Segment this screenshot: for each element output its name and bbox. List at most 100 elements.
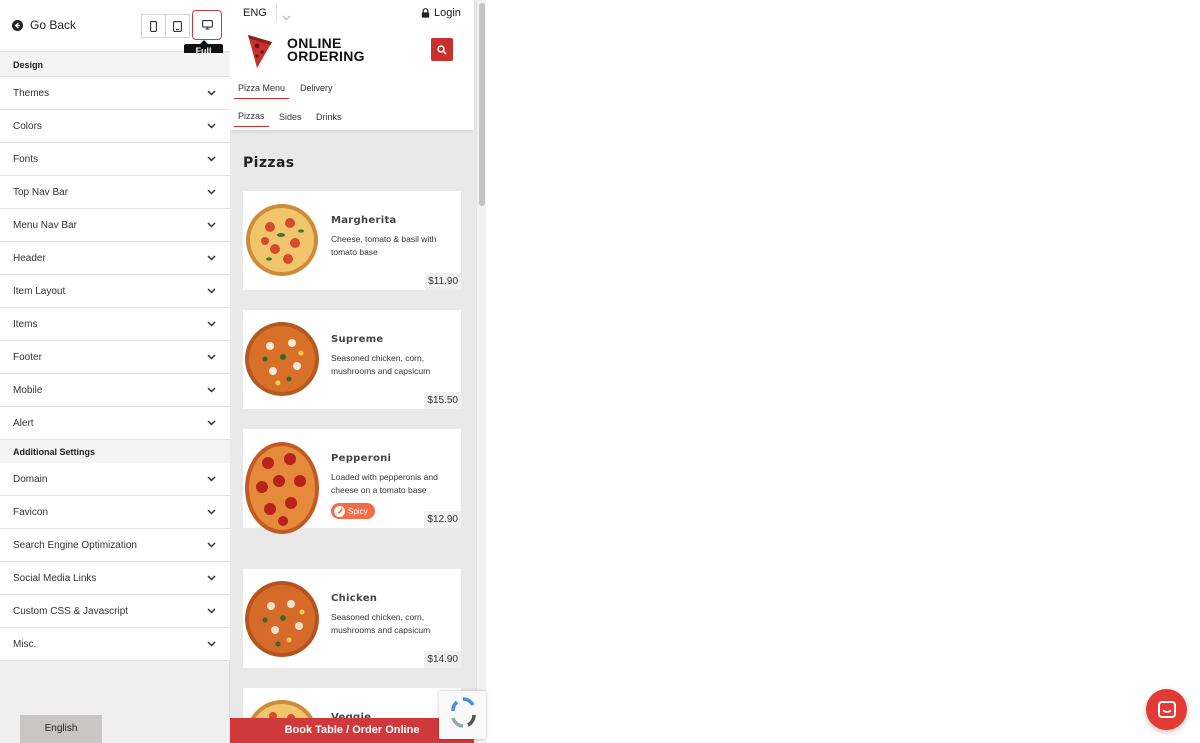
item-description: Seasoned chicken, corn, mushrooms and ca… (331, 612, 431, 635)
accordion-fonts[interactable]: Fonts (0, 143, 230, 176)
accordion-label: Fonts (13, 154, 39, 165)
accordion-items[interactable]: Items (0, 308, 230, 341)
preview-header: ENG Login ONLINE ORDERING Pizza Menu Del… (230, 0, 474, 130)
item-description: Seasoned chicken, corn, mushrooms and ca… (331, 353, 431, 376)
chevron-down-icon (207, 88, 216, 99)
scrollbar-thumb[interactable] (479, 3, 485, 206)
chicken-pizza-image (245, 581, 319, 657)
accordion-label: Themes (13, 88, 50, 99)
chevron-down-icon (207, 187, 216, 198)
chevron-down-icon (207, 253, 216, 264)
brand-line-2: ORDERING (287, 48, 365, 64)
accordion-label: Social Media Links (13, 573, 97, 584)
spicy-badge: Spicy (331, 503, 375, 519)
pizza-logo-icon[interactable] (246, 33, 274, 69)
book-table-order-online-button[interactable]: Book Table / Order Online (230, 718, 474, 743)
accordion-footer[interactable]: Footer (0, 341, 230, 374)
accordion-label: Header (13, 253, 46, 264)
accordion-label: Alert (13, 418, 34, 429)
tab-sides[interactable]: Sides (279, 112, 302, 122)
accordion-label: Search Engine Optimization (13, 540, 137, 551)
tablet-icon (173, 20, 182, 32)
language-button[interactable]: English (20, 715, 102, 743)
accordion-label: Items (13, 319, 38, 330)
menu-item-card[interactable]: Margherita Cheese, tomato & basil with t… (243, 191, 461, 290)
badge-label: Spicy (348, 506, 368, 516)
menu-item-card[interactable]: Chicken Seasoned chicken, corn, mushroom… (243, 569, 461, 668)
chat-widget-button[interactable] (1146, 689, 1187, 730)
accordion-label: Misc. (13, 639, 37, 650)
search-icon (437, 44, 447, 55)
monitor-icon (201, 20, 213, 30)
chevron-down-icon (207, 507, 216, 518)
phone-icon (150, 20, 157, 32)
mobile-view-button[interactable] (141, 14, 166, 38)
accordion-colors[interactable]: Colors (0, 110, 230, 143)
accordion-label: Favicon (13, 507, 49, 518)
accordion-social-media-links[interactable]: Social Media Links (0, 562, 230, 595)
item-name: Pepperoni (331, 453, 392, 464)
item-price: $12.90 (424, 511, 461, 528)
accordion-domain[interactable]: Domain (0, 463, 230, 496)
login-link[interactable]: Login (421, 7, 461, 19)
chevron-down-icon[interactable] (282, 8, 291, 26)
recaptcha-badge[interactable] (439, 691, 486, 739)
accordion-mobile[interactable]: Mobile (0, 374, 230, 407)
chevron-down-icon (207, 639, 216, 650)
lock-icon (421, 8, 430, 18)
accordion-favicon[interactable]: Favicon (0, 496, 230, 529)
brand-name[interactable]: ONLINE ORDERING (287, 36, 365, 64)
tab-drinks[interactable]: Drinks (316, 112, 342, 122)
tablet-view-button[interactable] (165, 14, 190, 38)
search-button[interactable] (431, 38, 453, 61)
accordion-alert[interactable]: Alert (0, 407, 230, 440)
accordion-label: Domain (13, 474, 48, 485)
chevron-down-icon (207, 418, 216, 429)
item-description: Loaded with pepperonis and cheese on a t… (331, 472, 438, 495)
accordion-header[interactable]: Header (0, 242, 230, 275)
editor-panel: Go Back Full Design Themes Colors Fonts … (0, 0, 230, 743)
language-selector[interactable]: ENG (243, 7, 267, 19)
menu-item-card[interactable]: Supreme Seasoned chicken, corn, mushroom… (243, 310, 461, 409)
accordion-item-layout[interactable]: Item Layout (0, 275, 230, 308)
chevron-down-icon (207, 540, 216, 551)
item-description: Cheese, tomato & basil with tomato base (331, 234, 437, 257)
item-name: Margherita (331, 215, 397, 226)
item-name: Chicken (331, 593, 378, 604)
accordion-label: Custom CSS & Javascript (13, 606, 129, 617)
chat-icon (1157, 700, 1176, 718)
chevron-down-icon (207, 286, 216, 297)
desktop-view-button[interactable] (192, 10, 222, 40)
editor-topbar: Go Back Full (0, 0, 230, 59)
back-arrow-icon (12, 19, 23, 31)
recaptcha-icon (451, 697, 476, 728)
menu-item-card[interactable]: Pepperoni Loaded with pepperonis and che… (243, 429, 461, 534)
chevron-down-icon (207, 220, 216, 231)
accordion-themes[interactable]: Themes (0, 77, 230, 110)
go-back-button[interactable]: Go Back (12, 18, 76, 32)
tab-pizza-menu[interactable]: Pizza Menu (233, 83, 290, 99)
chevron-down-icon (207, 121, 216, 132)
accordion-menu-nav-bar[interactable]: Menu Nav Bar (0, 209, 230, 242)
accordion-seo[interactable]: Search Engine Optimization (0, 529, 230, 562)
preview-scrollbar[interactable] (476, 0, 486, 743)
site-preview: ENG Login ONLINE ORDERING Pizza Menu Del… (230, 0, 486, 743)
accordion-label: Top Nav Bar (13, 187, 69, 198)
accordion-label: Footer (13, 352, 42, 363)
accordion-misc[interactable]: Misc. (0, 628, 230, 661)
section-header-design: Design (0, 53, 230, 77)
item-price: $11.90 (425, 273, 461, 290)
divider (276, 4, 277, 22)
pepperoni-pizza-image (245, 442, 319, 534)
section-header-additional-settings: Additional Settings (0, 440, 230, 464)
accordion-top-nav-bar[interactable]: Top Nav Bar (0, 176, 230, 209)
app-root: Go Back Full Design Themes Colors Fonts … (0, 0, 1200, 743)
tab-pizzas[interactable]: Pizzas (234, 111, 268, 127)
chevron-down-icon (207, 385, 216, 396)
accordion-custom-css-js[interactable]: Custom CSS & Javascript (0, 595, 230, 628)
item-name: Supreme (331, 334, 384, 345)
chevron-down-icon (207, 154, 216, 165)
tab-delivery[interactable]: Delivery (300, 83, 333, 93)
chevron-down-icon (207, 573, 216, 584)
chevron-down-icon (207, 352, 216, 363)
